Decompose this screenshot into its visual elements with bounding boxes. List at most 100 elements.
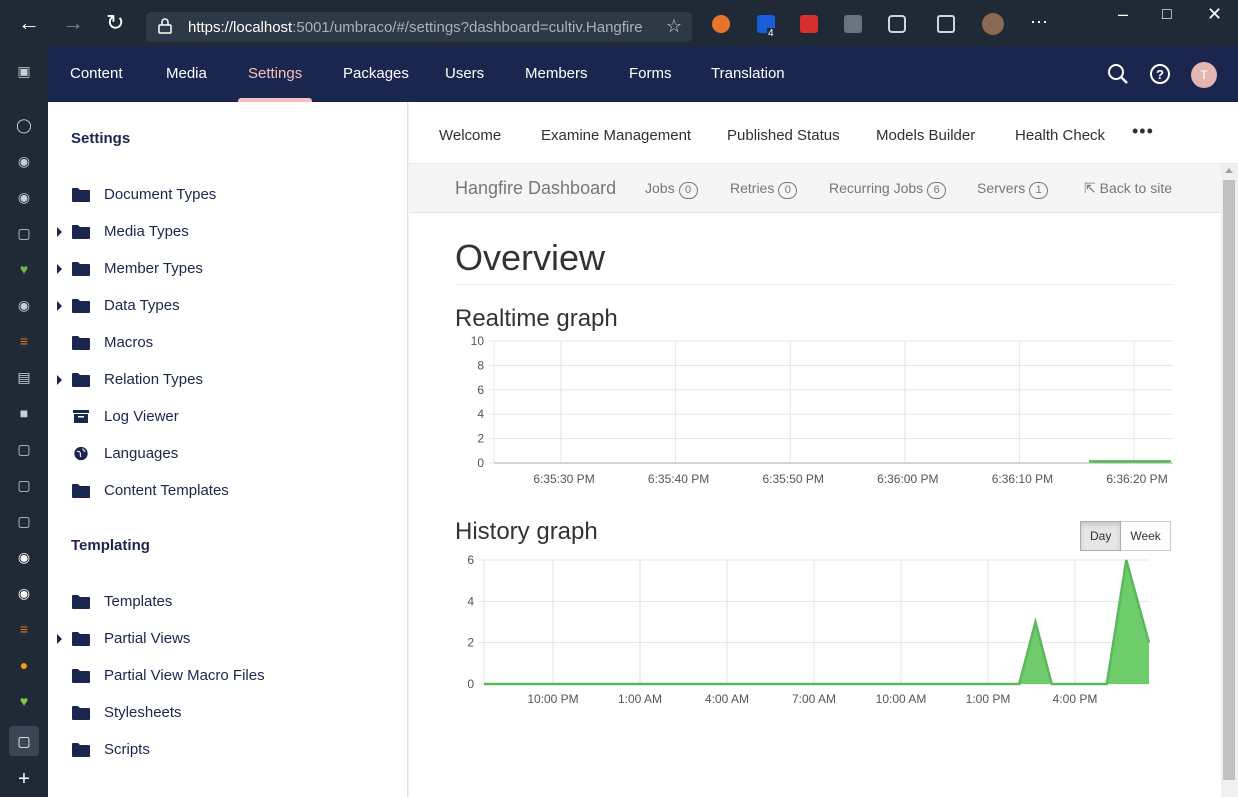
scrollbar-thumb[interactable]: [1223, 180, 1235, 780]
globe-icon: [74, 446, 88, 461]
extension-orange-icon[interactable]: [712, 15, 730, 33]
tab-examine-management[interactable]: Examine Management: [541, 127, 691, 144]
realtime-graph-title: Realtime graph: [455, 305, 618, 332]
nav-media[interactable]: Media: [166, 46, 207, 102]
minimize-icon[interactable]: –: [1118, 4, 1128, 25]
tree-item[interactable]: Document Types: [48, 178, 408, 212]
tree-item-label: Languages: [104, 445, 179, 462]
puzzle-icon[interactable]: [888, 15, 906, 33]
extension-red-icon[interactable]: [800, 15, 818, 33]
tab-icon[interactable]: ■: [15, 404, 33, 422]
tree-item[interactable]: Templates: [48, 585, 408, 619]
github-tab-icon[interactable]: ◉: [15, 296, 33, 314]
lock-icon: [158, 18, 172, 34]
hangfire-recurring-link[interactable]: Recurring Jobs 6: [829, 180, 947, 199]
tree-item[interactable]: Partial Views: [48, 622, 408, 656]
nav-translation[interactable]: Translation: [711, 46, 785, 102]
user-avatar[interactable]: T: [1191, 62, 1217, 88]
folder-icon: [72, 336, 90, 350]
tab-icon[interactable]: ◉: [15, 188, 33, 206]
favorite-add-icon[interactable]: ☆: [666, 16, 682, 37]
tree-item[interactable]: Member Types: [48, 252, 408, 286]
vertical-scrollbar[interactable]: [1221, 164, 1238, 797]
nav-members[interactable]: Members: [525, 46, 588, 102]
new-tab-icon[interactable]: +: [15, 769, 33, 789]
day-button[interactable]: Day: [1080, 521, 1122, 551]
folder-icon: [72, 484, 90, 498]
expand-caret-icon[interactable]: [57, 227, 62, 237]
y-tick-label: 8: [477, 358, 484, 372]
tab-models-builder[interactable]: Models Builder: [876, 127, 975, 144]
stackoverflow-tab-icon[interactable]: ≡: [15, 620, 33, 638]
ublock-icon[interactable]: [844, 15, 862, 33]
history-graph: 0 2 4 6 10:00 PM 1:00 AM 4:00 AM 7:00 AM 10:00 A…: [467, 553, 1151, 706]
tab-icon[interactable]: ●: [15, 656, 33, 674]
x-tick-label: 7:00 AM: [792, 692, 836, 706]
tree-item[interactable]: Stylesheets: [48, 696, 408, 730]
nav-users[interactable]: Users: [445, 46, 484, 102]
series-line: [484, 559, 1151, 686]
forward-arrow-icon[interactable]: →: [62, 10, 84, 36]
sign-out-icon: ⇱: [1084, 180, 1096, 196]
browser-menu-icon[interactable]: ⋯: [1030, 12, 1048, 33]
active-document-tab-icon[interactable]: ▢: [9, 726, 39, 756]
tab-published-status[interactable]: Published Status: [727, 127, 840, 144]
back-arrow-icon[interactable]: ←: [18, 10, 40, 36]
tree-item[interactable]: Partial View Macro Files: [48, 659, 408, 693]
close-icon[interactable]: ✕: [1207, 4, 1222, 25]
hangfire-jobs-link[interactable]: Jobs 0: [645, 180, 698, 199]
maximize-icon[interactable]: □: [1162, 6, 1172, 24]
umbraco-top-nav: Content Media Settings Packages Users Me…: [48, 46, 1238, 102]
nav-packages[interactable]: Packages: [343, 46, 409, 102]
x-tick-label: 6:35:50 PM: [763, 472, 824, 486]
tree-item[interactable]: Media Types: [48, 215, 408, 249]
nav-settings[interactable]: Settings: [237, 46, 313, 102]
nav-content[interactable]: Content: [70, 46, 123, 102]
expand-caret-icon[interactable]: [57, 634, 62, 644]
tab-actions-icon[interactable]: ▣: [15, 62, 33, 80]
search-icon[interactable]: [1107, 63, 1129, 85]
tab-icon[interactable]: ♥: [15, 260, 33, 278]
tab-icon[interactable]: ♥: [15, 692, 33, 710]
github-tab-icon[interactable]: ◉: [15, 152, 33, 170]
folder-icon: [72, 262, 90, 276]
x-tick-label: 10:00 AM: [876, 692, 927, 706]
document-tab-icon[interactable]: ▢: [15, 440, 33, 458]
github-tab-icon[interactable]: ◉: [15, 548, 33, 566]
tree-item[interactable]: Content Templates: [48, 474, 408, 508]
document-tab-icon[interactable]: ▢: [15, 512, 33, 530]
expand-caret-icon[interactable]: [57, 301, 62, 311]
scroll-up-arrow-icon[interactable]: [1225, 168, 1233, 173]
back-to-site-link[interactable]: ⇱ Back to site: [1084, 180, 1172, 197]
address-bar[interactable]: https://localhost:5001/umbraco/#/setting…: [146, 12, 692, 42]
expand-caret-icon[interactable]: [57, 264, 62, 274]
tree-item[interactable]: Languages: [48, 437, 408, 471]
stackoverflow-tab-icon[interactable]: ≡: [15, 332, 33, 350]
document-tab-icon[interactable]: ▢: [15, 224, 33, 242]
y-tick-label: 4: [467, 594, 474, 608]
more-tabs-icon[interactable]: •••: [1132, 121, 1154, 142]
expand-caret-icon[interactable]: [57, 375, 62, 385]
tree-item[interactable]: Macros: [48, 326, 408, 360]
nav-forms[interactable]: Forms: [629, 46, 672, 102]
refresh-icon[interactable]: ↻: [106, 10, 124, 36]
hangfire-retries-link[interactable]: Retries 0: [730, 180, 798, 199]
week-button[interactable]: Week: [1121, 521, 1171, 551]
tab-icon[interactable]: ▤: [15, 368, 33, 386]
tree-item[interactable]: Scripts: [48, 733, 408, 767]
tree-item[interactable]: Data Types: [48, 289, 408, 323]
profile-avatar-icon[interactable]: [982, 13, 1004, 35]
help-icon[interactable]: ?: [1149, 63, 1171, 85]
hangfire-content: Overview Realtime graph 0 2 4 6 8 10 6:35:30 P…: [409, 213, 1221, 797]
tree-item[interactable]: Log Viewer: [48, 400, 408, 434]
hangfire-servers-link[interactable]: Servers 1: [977, 180, 1049, 199]
tab-health-check[interactable]: Health Check: [1015, 127, 1105, 144]
folder-icon: [72, 595, 90, 609]
tab-icon[interactable]: ◯: [15, 116, 33, 134]
github-tab-icon[interactable]: ◉: [15, 584, 33, 602]
document-tab-icon[interactable]: ▢: [15, 476, 33, 494]
hangfire-brand[interactable]: Hangfire Dashboard: [455, 178, 616, 199]
collections-icon[interactable]: [937, 15, 955, 33]
tab-welcome[interactable]: Welcome: [439, 127, 501, 144]
tree-item[interactable]: Relation Types: [48, 363, 408, 397]
